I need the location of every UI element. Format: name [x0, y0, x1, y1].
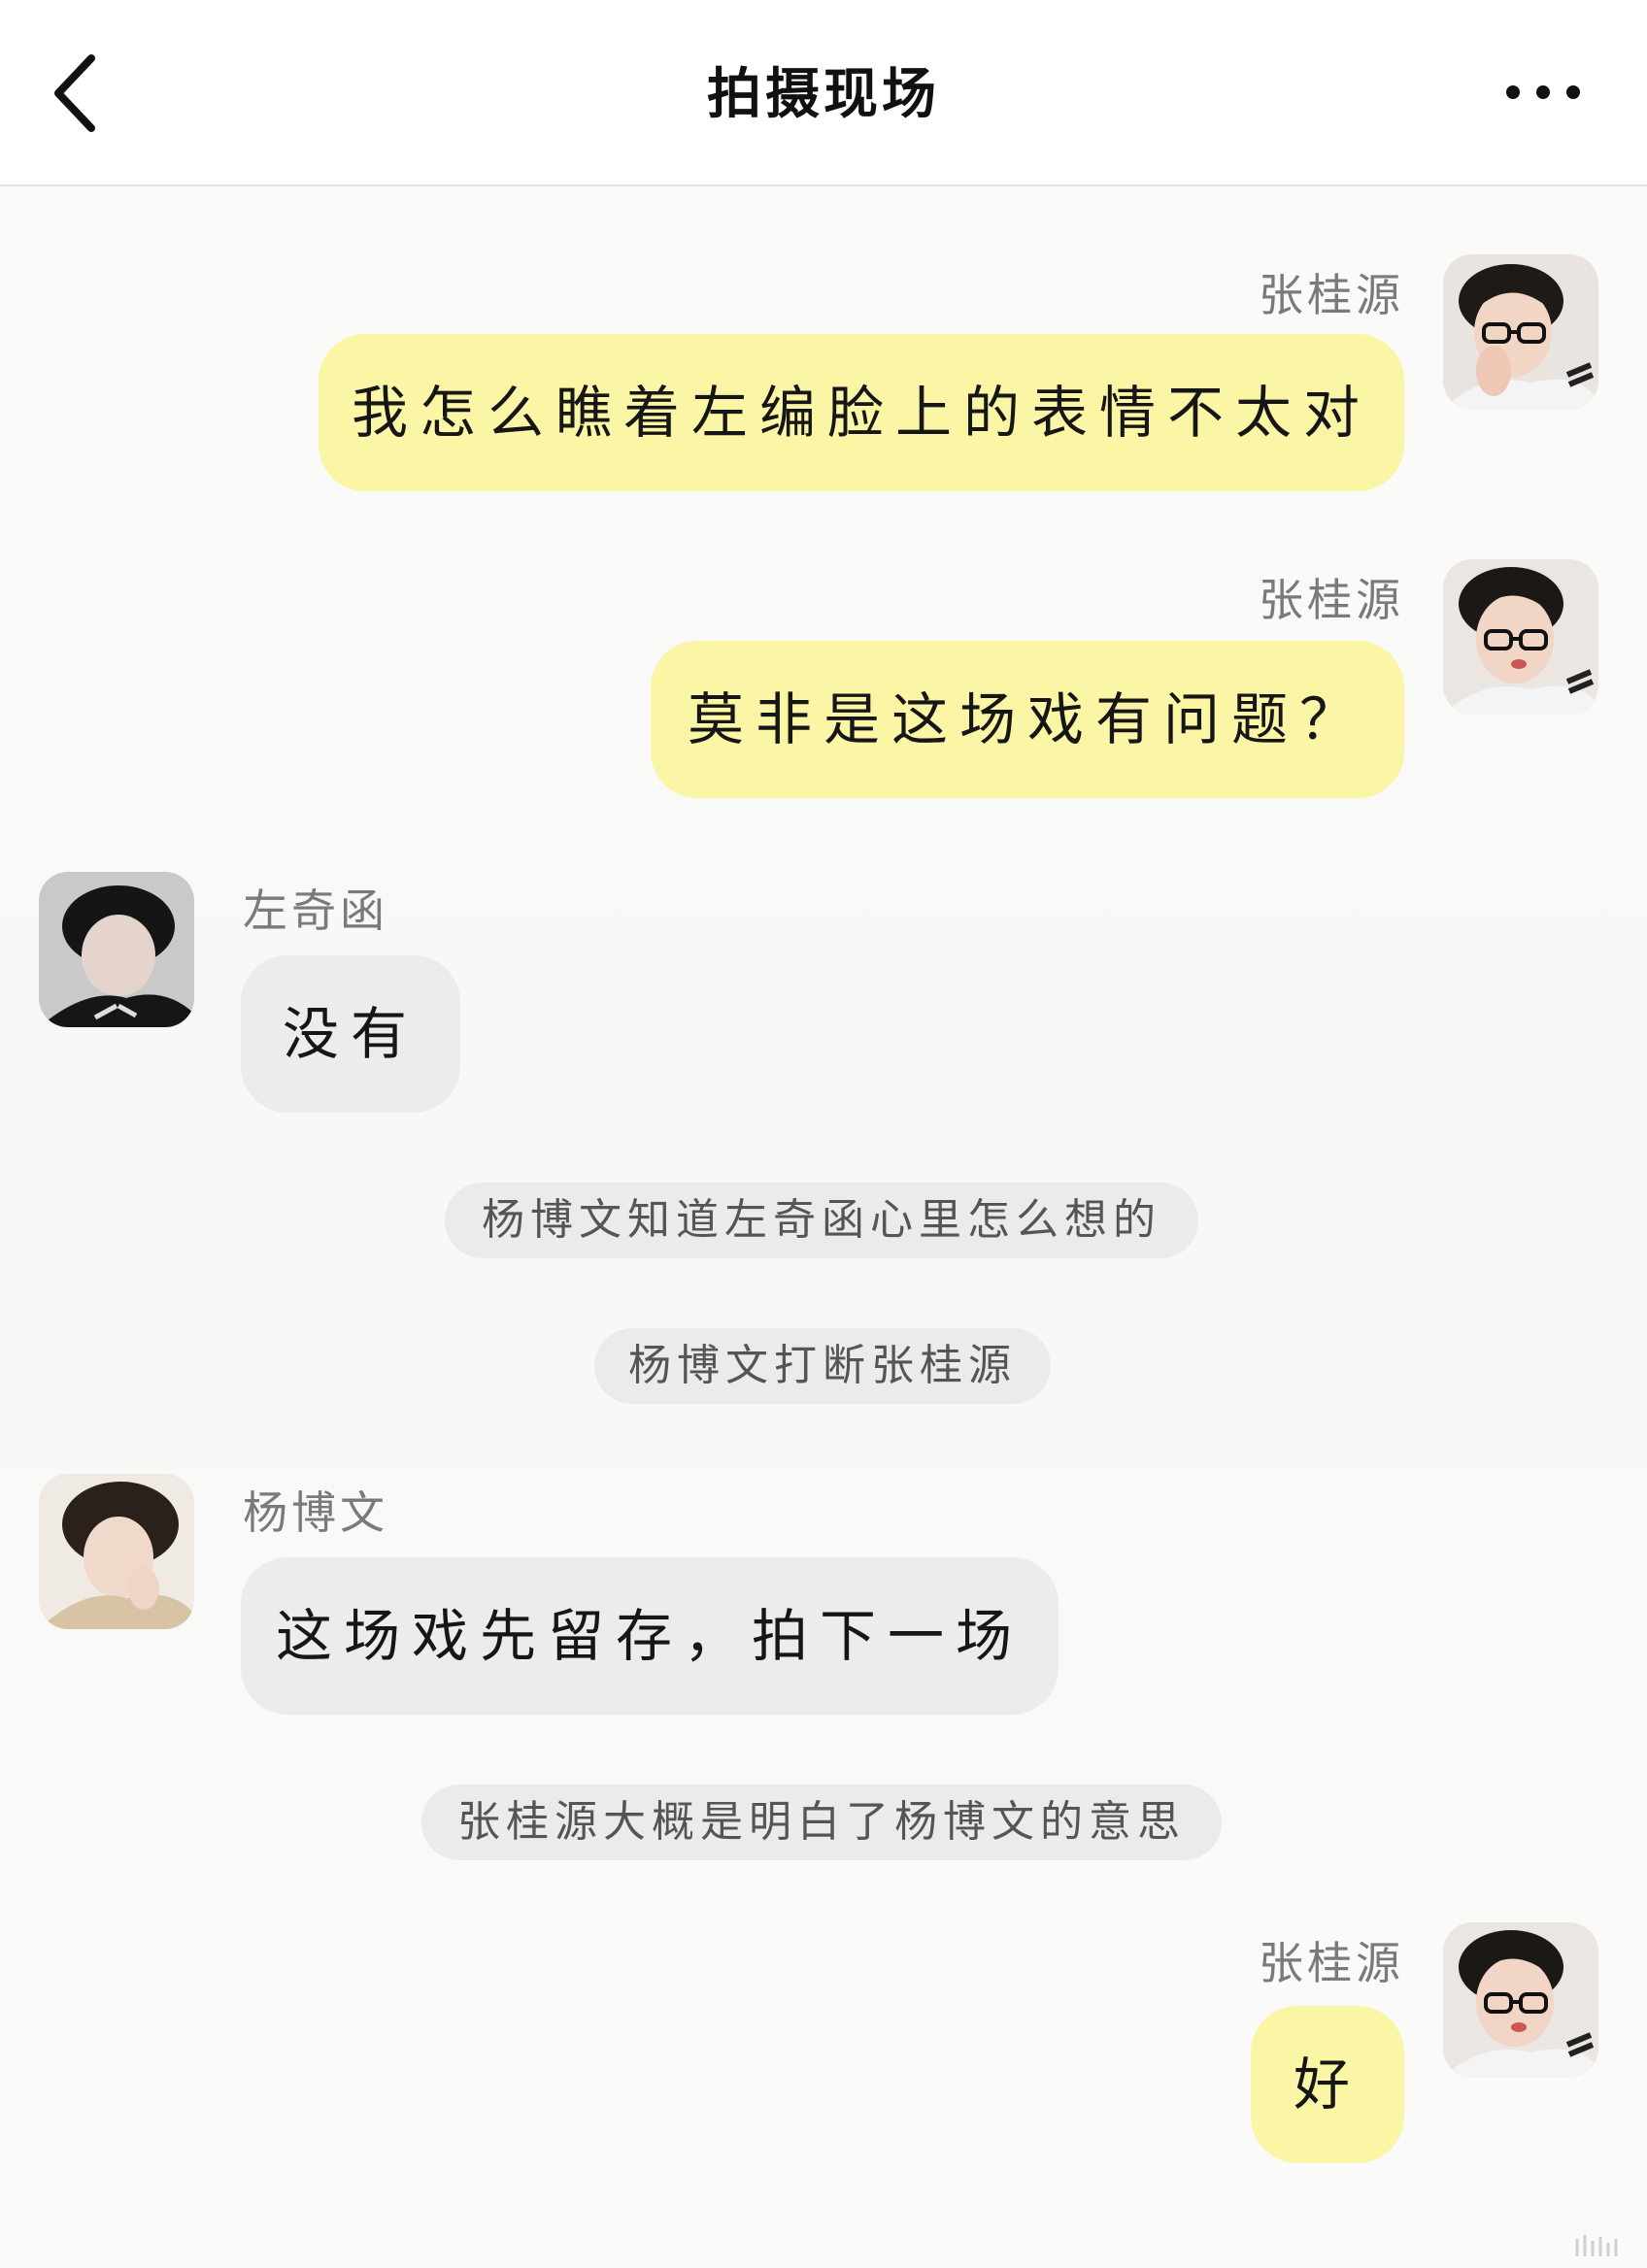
message-bubble[interactable]: 好: [1251, 2006, 1404, 2163]
watermark-icon: [1575, 2235, 1618, 2256]
chat-screen: 拍摄现场 张桂源 我怎么瞧着左编脸上的表情不太对 张桂源 莫非是这场戏有问题？ …: [0, 0, 1647, 2268]
avatar-image: [1443, 1922, 1598, 2078]
sender-name: 杨博文: [243, 1486, 388, 1539]
message-bubble[interactable]: 这场戏先留存，拍下一场: [241, 1557, 1059, 1715]
sender-name: 张桂源: [1259, 574, 1404, 626]
message-bubble[interactable]: 没有: [241, 955, 460, 1113]
avatar-image: [39, 872, 194, 1027]
avatar-image: [1443, 559, 1598, 715]
avatar[interactable]: [39, 872, 194, 1027]
sender-name: 左奇函: [243, 884, 388, 937]
more-button[interactable]: [1499, 68, 1587, 117]
system-notice: 张桂源大概是明白了杨博文的意思: [421, 1784, 1222, 1860]
avatar-image: [39, 1474, 194, 1629]
system-notice: 杨博文知道左奇函心里怎么想的: [445, 1183, 1198, 1258]
page-title: 拍摄现场: [707, 63, 940, 126]
avatar-image: [1443, 254, 1598, 410]
avatar[interactable]: [1443, 559, 1598, 715]
avatar[interactable]: [1443, 254, 1598, 410]
message-bubble[interactable]: 莫非是这场戏有问题？: [651, 641, 1404, 798]
top-bar: 拍摄现场: [0, 0, 1647, 186]
system-notice: 杨博文打断张桂源: [594, 1328, 1051, 1404]
message-bubble[interactable]: 我怎么瞧着左编脸上的表情不太对: [319, 334, 1404, 491]
sender-name: 张桂源: [1259, 1937, 1404, 1989]
avatar[interactable]: [1443, 1922, 1598, 2078]
avatar[interactable]: [39, 1474, 194, 1629]
sender-name: 张桂源: [1259, 269, 1404, 321]
more-horizontal-icon: [1506, 85, 1580, 99]
